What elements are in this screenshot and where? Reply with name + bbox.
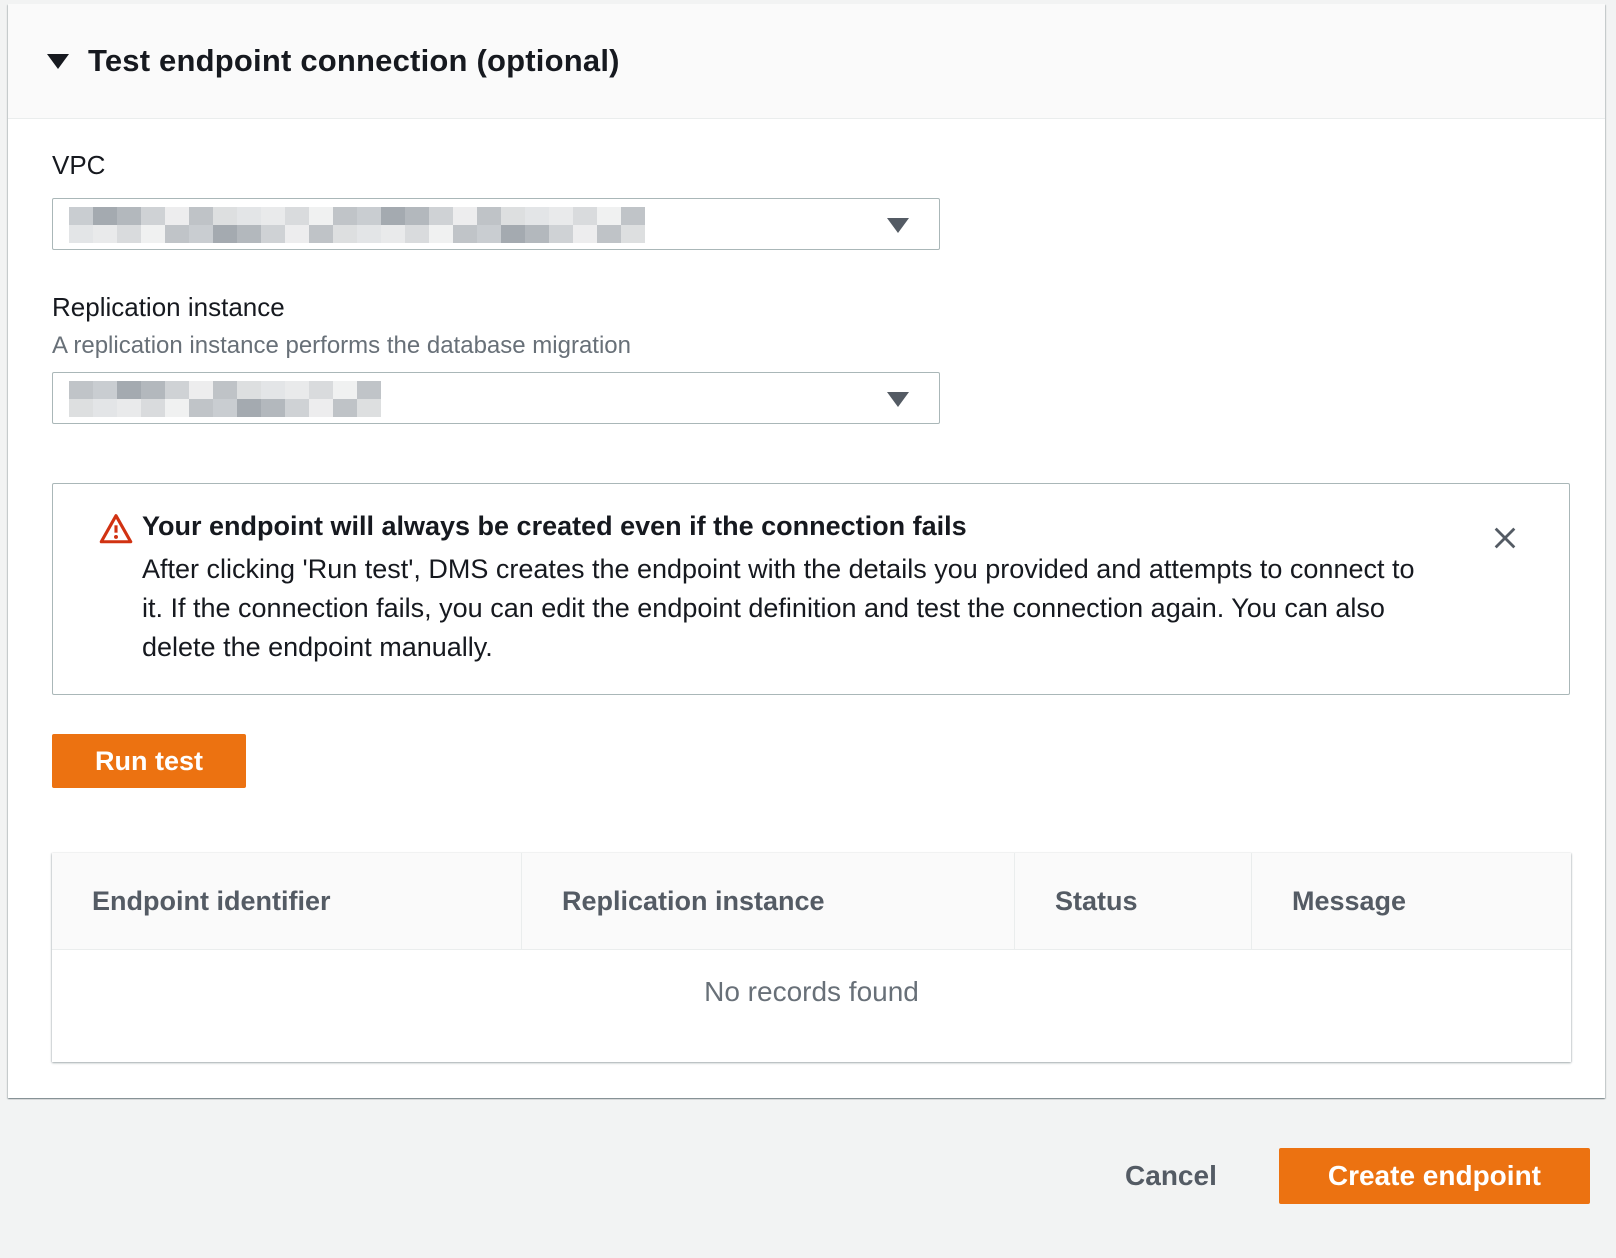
alert-close-button[interactable] — [1485, 518, 1525, 558]
test-results-table: Endpoint identifier Replication instance… — [52, 853, 1571, 1062]
vpc-select[interactable] — [52, 198, 940, 250]
warning-triangle-icon — [99, 512, 133, 551]
alert-body: After clicking 'Run test', DMS creates t… — [142, 550, 1442, 667]
footer-actions: Cancel Create endpoint — [1125, 1148, 1590, 1204]
section-header-toggle[interactable]: Test endpoint connection (optional) — [8, 4, 1605, 119]
cancel-button[interactable]: Cancel — [1125, 1160, 1217, 1192]
vpc-label: VPC — [52, 150, 105, 181]
section-title: Test endpoint connection (optional) — [88, 43, 620, 79]
column-header-message: Message — [1251, 853, 1571, 949]
run-test-button[interactable]: Run test — [52, 734, 246, 788]
close-x-icon — [1491, 524, 1519, 552]
column-header-replication-instance: Replication instance — [521, 853, 1014, 949]
collapse-triangle-icon — [47, 54, 69, 69]
table-header-row: Endpoint identifier Replication instance… — [52, 853, 1571, 950]
replication-instance-description: A replication instance performs the data… — [52, 332, 631, 360]
table-empty-state: No records found — [52, 950, 1571, 1061]
vpc-redacted-value — [69, 207, 649, 243]
replication-instance-label: Replication instance — [52, 292, 285, 323]
warning-alert: Your endpoint will always be created eve… — [52, 483, 1570, 695]
column-header-endpoint-identifier: Endpoint identifier — [52, 853, 521, 949]
test-endpoint-connection-panel: Test endpoint connection (optional) VPC … — [8, 4, 1605, 1098]
replication-instance-redacted-value — [69, 381, 381, 417]
column-header-status: Status — [1014, 853, 1251, 949]
vpc-dropdown-caret-icon — [887, 218, 909, 233]
alert-title: Your endpoint will always be created eve… — [142, 511, 1392, 542]
replication-instance-dropdown-caret-icon — [887, 392, 909, 407]
create-endpoint-button[interactable]: Create endpoint — [1279, 1148, 1590, 1204]
replication-instance-select[interactable] — [52, 372, 940, 424]
